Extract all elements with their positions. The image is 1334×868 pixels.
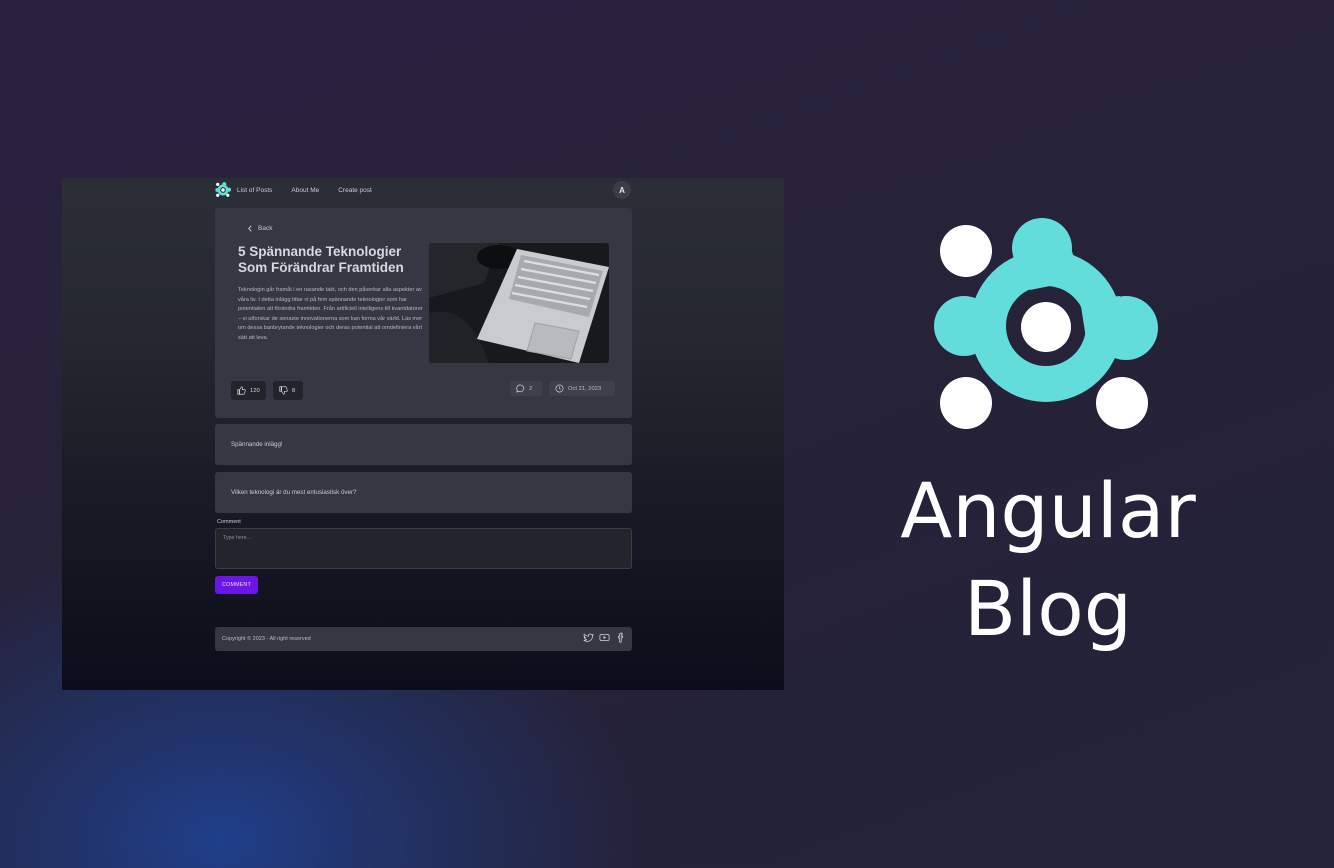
brand-title: Angular Blog [848,462,1248,658]
dislike-button[interactable]: 8 [273,381,303,400]
post-hero-image [429,243,609,363]
angular-blog-logo [934,218,1158,429]
like-button[interactable]: 120 [231,381,266,400]
clock-icon [555,384,564,393]
brand-line-1: Angular [900,466,1196,555]
chevron-left-icon [248,225,252,232]
post-card: Back 5 Spännande Teknologier Som Förändr… [215,208,632,418]
footer: Copyright © 2023 - All right reserved [215,627,632,651]
post-date: Oct 21, 2023 [568,385,602,392]
comment-item: Vilken teknologi är du mest entusiastisk… [215,472,632,513]
comment-textarea[interactable]: Type here... [215,528,632,569]
social-links [583,632,626,643]
comment-submit-button[interactable]: COMMENT [215,576,258,594]
like-count: 120 [250,387,260,394]
nav-create-post[interactable]: Create post [338,187,372,194]
app-screenshot: List of Posts About Me Create post A Bac… [62,178,784,690]
twitter-icon[interactable] [583,632,594,643]
comments-count-badge: 2 [510,381,542,396]
back-button[interactable]: Back [247,225,272,232]
post-date-badge: Oct 21, 2023 [549,381,615,396]
brand-line-2: Blog [964,564,1132,653]
dislike-count: 8 [292,387,296,394]
nav-list-of-posts[interactable]: List of Posts [237,187,272,194]
top-nav: List of Posts About Me Create post A [215,180,631,200]
comment-placeholder: Type here... [223,535,251,541]
post-title: 5 Spännande Teknologier Som Förändrar Fr… [238,244,404,275]
comment-bubble-icon [516,384,525,393]
facebook-icon[interactable] [615,632,626,643]
comment-item: Spännande inlägg! [215,424,632,465]
comment-text: Vilken teknologi är du mest entusiastisk… [231,489,357,496]
laptop-photo [429,243,609,363]
nav-about-me[interactable]: About Me [291,187,319,194]
post-excerpt: Teknologin går framåt i en rasande takt,… [238,287,423,341]
thumbs-down-icon [279,386,288,395]
comment-text: Spännande inlägg! [231,441,283,448]
thumbs-up-icon [237,386,246,395]
youtube-icon[interactable] [599,632,610,643]
app-logo-icon[interactable] [215,182,231,198]
comment-label: Comment [217,519,241,525]
avatar[interactable]: A [613,181,631,199]
back-label: Back [258,225,273,232]
comments-count: 2 [529,385,533,392]
copyright-text: Copyright © 2023 - All right reserved [222,636,311,642]
